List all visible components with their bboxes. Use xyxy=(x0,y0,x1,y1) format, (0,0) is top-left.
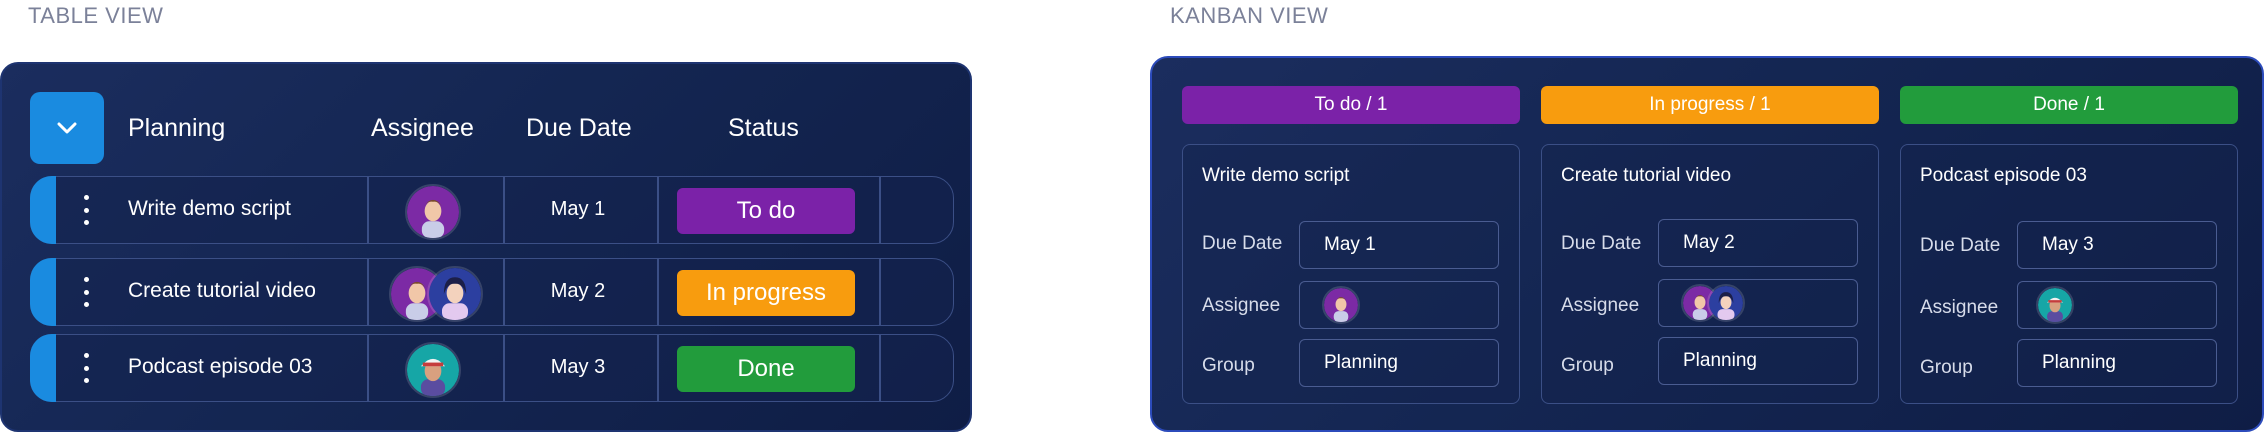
column-header-to-do[interactable]: To do / 1 xyxy=(1182,86,1520,124)
task-name: Write demo script xyxy=(128,197,291,220)
kebab-menu-icon[interactable] xyxy=(81,277,91,307)
avatar xyxy=(1322,286,1360,324)
table-row[interactable]: Create tutorial video May 2 In progress xyxy=(30,258,954,326)
due-date: May 1 xyxy=(550,198,606,220)
group-label: Group xyxy=(1920,357,1973,378)
group-label: Group xyxy=(1561,355,1614,376)
assignee-label: Assignee xyxy=(1202,295,1281,316)
due-date-label: Due Date xyxy=(1202,233,1283,254)
assignee-field[interactable] xyxy=(1299,281,1499,329)
avatar xyxy=(427,266,483,322)
row-color-bar xyxy=(30,334,56,402)
card-title: Podcast episode 03 xyxy=(1920,165,2087,186)
group-label: Group xyxy=(1202,355,1255,376)
kanban-card[interactable]: Podcast episode 03 Due Date May 3 Assign… xyxy=(1900,144,2238,404)
kebab-menu-icon[interactable] xyxy=(81,353,91,383)
table-row[interactable]: Write demo script May 1 To do xyxy=(30,176,954,244)
kanban-card[interactable]: Create tutorial video Due Date May 2 Ass… xyxy=(1541,144,1879,404)
assignee-avatars[interactable] xyxy=(405,342,461,398)
collapse-group-button[interactable] xyxy=(30,92,104,164)
group-field[interactable]: Planning xyxy=(2017,339,2217,387)
row-color-bar xyxy=(30,176,56,244)
due-date-field[interactable]: May 2 xyxy=(1658,219,1858,267)
due-date: May 2 xyxy=(550,280,606,302)
kebab-menu-icon[interactable] xyxy=(81,195,91,225)
assignee-label: Assignee xyxy=(1561,295,1640,316)
status-column-header: Status xyxy=(728,114,799,142)
task-name: Create tutorial video xyxy=(128,279,316,302)
avatar xyxy=(2036,286,2074,324)
due-date-field[interactable]: May 3 xyxy=(2017,221,2217,269)
column-header-in-progress[interactable]: In progress / 1 xyxy=(1541,86,1879,124)
row-color-bar xyxy=(30,258,56,326)
due-date: May 3 xyxy=(550,356,606,378)
table-view-panel: Planning Assignee Due Date Status Write … xyxy=(0,62,972,432)
column-header-done[interactable]: Done / 1 xyxy=(1900,86,2238,124)
assignee-avatars xyxy=(1322,286,1360,324)
assignee-avatars[interactable] xyxy=(405,184,461,240)
table-view-label: TABLE VIEW xyxy=(28,3,164,28)
status-badge[interactable]: To do xyxy=(677,188,855,234)
due-date-column-header: Due Date xyxy=(526,114,632,142)
assignee-avatars xyxy=(1681,284,1745,322)
due-date-label: Due Date xyxy=(1561,233,1642,254)
kanban-card[interactable]: Write demo script Due Date May 1 Assigne… xyxy=(1182,144,1520,404)
avatar xyxy=(1707,284,1745,322)
assignee-field[interactable] xyxy=(2017,281,2217,329)
chevron-down-icon xyxy=(57,122,77,134)
group-field[interactable]: Planning xyxy=(1299,339,1499,387)
avatar xyxy=(405,342,461,398)
group-field[interactable]: Planning xyxy=(1658,337,1858,385)
assignee-field[interactable] xyxy=(1658,279,1858,327)
assignee-column-header: Assignee xyxy=(371,114,474,142)
due-date-field[interactable]: May 1 xyxy=(1299,221,1499,269)
card-title: Write demo script xyxy=(1202,165,1350,186)
assignee-avatars xyxy=(2036,286,2074,324)
assignee-label: Assignee xyxy=(1920,297,1999,318)
table-row[interactable]: Podcast episode 03 May 3 Done xyxy=(30,334,954,402)
avatar xyxy=(405,184,461,240)
status-badge[interactable]: Done xyxy=(677,346,855,392)
card-title: Create tutorial video xyxy=(1561,165,1732,186)
group-header: Planning xyxy=(128,114,226,142)
kanban-view-label: KANBAN VIEW xyxy=(1170,3,1329,28)
due-date-label: Due Date xyxy=(1920,235,2001,256)
assignee-avatars[interactable] xyxy=(389,266,483,322)
status-badge[interactable]: In progress xyxy=(677,270,855,316)
kanban-view-panel: To do / 1 Write demo script Due Date May… xyxy=(1150,56,2264,432)
task-name: Podcast episode 03 xyxy=(128,355,313,378)
